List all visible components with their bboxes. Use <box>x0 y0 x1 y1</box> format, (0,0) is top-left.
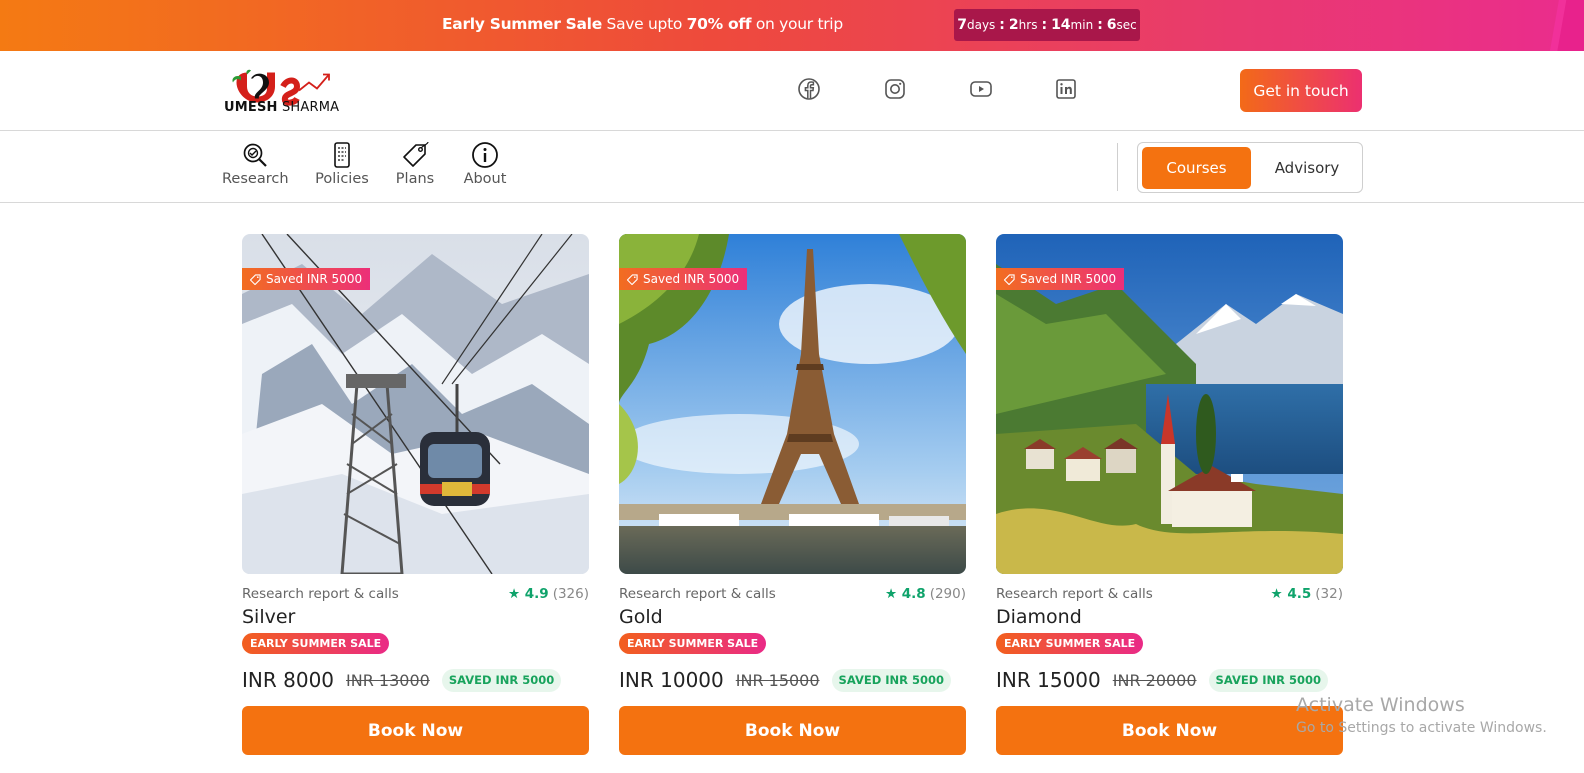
courses-advisory-toggle: Courses Advisory <box>1137 142 1363 193</box>
plan-card-gold: Saved INR 5000 Research report & calls ★… <box>619 234 966 755</box>
countdown-secs: 6 <box>1106 17 1117 33</box>
tag-icon <box>250 273 261 285</box>
rating-value: 4.8 <box>901 586 926 602</box>
book-now-button[interactable]: Book Now <box>242 706 589 755</box>
activate-windows-watermark: Activate Windows Go to Settings to activ… <box>1296 694 1547 736</box>
rating-value: 4.5 <box>1287 586 1312 602</box>
card-image-cable-car[interactable]: Saved INR 5000 <box>242 234 589 574</box>
nav-item-about[interactable]: About <box>461 141 509 187</box>
saved-tag-text: Saved INR 5000 <box>643 272 740 286</box>
savings-badge: SAVED INR 5000 <box>1208 668 1329 692</box>
saved-tag: Saved INR 5000 <box>242 268 371 290</box>
nav-label-research: Research <box>222 171 289 187</box>
sub-navigation: Research Policies Plans About Courses Ad… <box>0 131 1584 203</box>
book-now-button[interactable]: Book Now <box>996 706 1343 755</box>
review-count: (290) <box>929 586 966 602</box>
promo-title: Early Summer Sale <box>442 15 602 33</box>
saved-tag: Saved INR 5000 <box>996 268 1125 290</box>
card-rating: ★ 4.8 (290) <box>885 586 966 602</box>
card-category: Research report & calls <box>996 586 1153 602</box>
policies-icon <box>334 142 350 168</box>
instagram-icon[interactable] <box>883 77 907 101</box>
promo-highlight: 70% off <box>686 15 752 33</box>
youtube-icon[interactable] <box>969 77 993 101</box>
promo-text: Early Summer Sale Save upto 70% off on y… <box>442 15 843 33</box>
countdown-mins-unit: min <box>1070 18 1094 32</box>
current-price: INR 15000 <box>996 668 1101 692</box>
plan-card-silver: Saved INR 5000 Research report & calls ★… <box>242 234 589 755</box>
star-icon: ★ <box>1270 586 1283 602</box>
original-price: INR 15000 <box>735 670 820 690</box>
card-rating: ★ 4.5 (32) <box>1271 586 1343 602</box>
current-price: INR 10000 <box>619 668 724 692</box>
nav-item-research[interactable]: Research <box>222 141 289 187</box>
countdown-days: 7 <box>957 17 967 33</box>
nav-label-about: About <box>463 171 507 187</box>
promo-text-a: Save upto <box>601 15 687 33</box>
review-count: (32) <box>1315 586 1343 602</box>
saved-tag-text: Saved INR 5000 <box>266 272 363 286</box>
card-category: Research report & calls <box>242 586 399 602</box>
current-price: INR 8000 <box>242 668 335 692</box>
plans-tag-icon <box>403 141 429 167</box>
linkedin-icon[interactable] <box>1054 77 1078 101</box>
countdown-hours-unit: hrs <box>1018 18 1038 32</box>
facebook-icon[interactable] <box>797 77 821 101</box>
toggle-advisory[interactable]: Advisory <box>1255 147 1359 189</box>
countdown-mins: 14 <box>1051 17 1071 33</box>
rating-value: 4.9 <box>524 586 549 602</box>
star-icon: ★ <box>884 586 898 602</box>
countdown-days-unit: days <box>966 18 996 32</box>
card-category: Research report & calls <box>619 586 776 602</box>
book-now-button[interactable]: Book Now <box>619 706 966 755</box>
logo-text-bold: UMESH <box>224 100 278 115</box>
promo-decoration <box>1544 0 1584 51</box>
countdown-separator: : <box>999 17 1005 33</box>
promo-banner: Early Summer Sale Save upto 70% off on y… <box>0 0 1584 51</box>
original-price: INR 13000 <box>346 670 430 690</box>
review-count: (326) <box>552 586 589 602</box>
saved-tag: Saved INR 5000 <box>619 268 748 290</box>
sale-badge: EARLY SUMMER SALE <box>242 633 390 654</box>
watermark-title: Activate Windows <box>1296 694 1465 716</box>
countdown-separator: : <box>1041 17 1048 33</box>
info-icon <box>472 142 498 168</box>
countdown-hours: 2 <box>1008 17 1019 33</box>
saved-tag-text: Saved INR 5000 <box>1020 272 1117 286</box>
card-image-lake-village[interactable]: Saved INR 5000 <box>996 234 1343 574</box>
card-image-eiffel-tower[interactable]: Saved INR 5000 <box>619 234 966 574</box>
logo-text-light: SHARMA <box>277 100 340 115</box>
sale-badge: EARLY SUMMER SALE <box>619 633 767 654</box>
savings-badge: SAVED INR 5000 <box>831 668 952 692</box>
divider <box>1117 143 1118 191</box>
countdown-secs-unit: sec <box>1116 18 1137 32</box>
nav-item-policies[interactable]: Policies <box>314 141 370 187</box>
sale-badge: EARLY SUMMER SALE <box>996 633 1144 654</box>
get-in-touch-button[interactable]: Get in touch <box>1240 69 1362 112</box>
card-rating: ★ 4.9 (326) <box>508 586 589 602</box>
tag-icon <box>1004 273 1015 285</box>
nav-item-plans[interactable]: Plans <box>394 141 436 187</box>
star-icon: ★ <box>507 586 521 602</box>
toggle-courses[interactable]: Courses <box>1142 147 1251 189</box>
original-price: INR 20000 <box>1112 670 1197 690</box>
watermark-subtitle: Go to Settings to activate Windows. <box>1296 720 1547 736</box>
savings-badge: SAVED INR 5000 <box>441 668 562 692</box>
plan-name: Diamond <box>996 606 1082 628</box>
countdown-timer: 7 days : 2 hrs : 14 min : 6 sec <box>954 9 1140 41</box>
logo-text: UMESH SHARMA <box>224 100 339 115</box>
tag-icon <box>627 273 638 285</box>
countdown-separator: : <box>1097 17 1103 33</box>
nav-label-plans: Plans <box>395 171 435 187</box>
plan-name: Silver <box>242 606 296 628</box>
plan-card-diamond: Saved INR 5000 Research report & calls ★… <box>996 234 1343 755</box>
site-header: UMESH SHARMA Get in touch <box>0 51 1584 131</box>
nav-label-policies: Policies <box>315 171 369 187</box>
research-icon <box>243 143 267 167</box>
plan-name: Gold <box>619 606 663 628</box>
promo-text-b: on your trip <box>751 15 843 33</box>
